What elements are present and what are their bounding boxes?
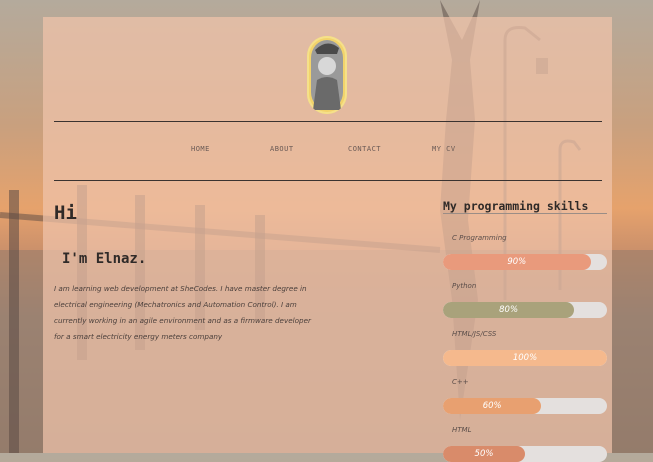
bio-text: I am learning web development at SheCode… [54,284,311,341]
skill-label-web: HTML/JS/CSS [452,330,497,338]
skill-bar-c: 90% [443,254,607,270]
skill-label-c: C Programming [452,234,507,242]
nav-link-home[interactable]: HOME [191,145,210,153]
skill-bar-python: 80% [443,302,607,318]
profile-photo [311,40,343,110]
header-divider-bottom [54,180,602,181]
avatar [307,36,347,114]
skill-fill-cpp: 60% [443,398,542,414]
skill-bar-html: 50% [443,446,607,462]
skill-bar-web: 100% [443,350,607,366]
skill-fill-python: 80% [443,302,575,318]
skills-title: My programming skills [443,199,589,213]
nav-link-about[interactable]: ABOUT [270,145,294,153]
nav-link-contact[interactable]: CONTACT [348,145,381,153]
name-heading: I'm Elnaz. [62,251,147,267]
greeting-heading: Hi [54,202,77,224]
skill-label-python: Python [452,282,477,290]
skill-label-html: HTML [452,426,472,434]
skill-fill-c: 90% [443,254,591,270]
skill-fill-html: 50% [443,446,525,462]
skills-divider [443,213,607,214]
nav-link-my-cv[interactable]: MY CV [432,145,456,153]
skill-bar-cpp: 60% [443,398,607,414]
header-divider-top [54,121,602,122]
skill-fill-web: 100% [443,350,607,366]
skill-label-cpp: C++ [452,378,469,386]
